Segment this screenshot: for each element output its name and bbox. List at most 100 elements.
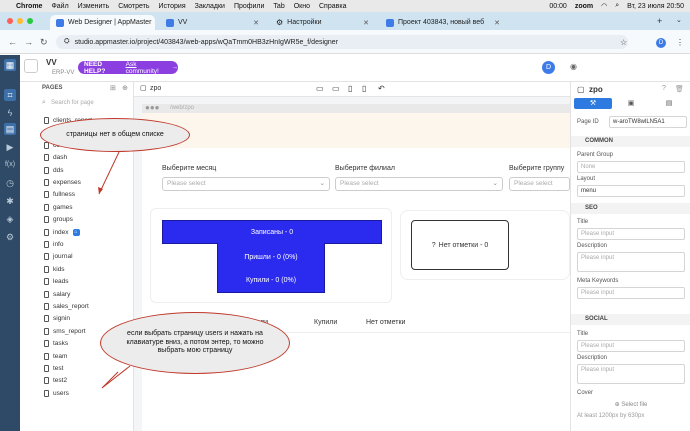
page-list-item[interactable]: sales_report [44,303,89,310]
help-icon[interactable]: ? [662,85,666,92]
page-list-item[interactable]: journal [44,253,73,261]
expand-icon[interactable]: ⊞ [110,84,116,92]
page-list-item[interactable]: test2 [44,377,67,385]
trash-icon[interactable]: 🗑 [675,85,684,93]
new-tab-button[interactable]: + [657,16,662,26]
page-list-item[interactable]: kids [44,265,65,273]
select-file-button[interactable]: ⊕ Select file [577,399,685,411]
page-list-item[interactable]: index ⌂ [44,228,80,236]
back-icon[interactable]: ← [8,37,17,47]
branch-select[interactable]: Please select ⌄ [335,177,503,191]
undo-icon[interactable]: ↶ [378,84,385,93]
grid-icon[interactable]: ▦ [4,59,16,71]
page-list-item[interactable]: signin [44,315,70,323]
page-list-item[interactable]: groups [44,216,73,224]
tab-project[interactable]: Проект 403843, новый веб ✕ [380,15,650,30]
tab-web-designer[interactable]: Web Designer | AppMaster ✕ [50,15,155,30]
page-list-item[interactable]: leads [44,278,69,286]
search-icon[interactable]: ⌕ [615,2,619,10]
component-icon[interactable]: ◈ [4,213,16,225]
social-title-input[interactable]: Please input [577,340,685,352]
pages-icon[interactable]: ▤ [4,123,16,135]
tab-label: Web Designer | AppMaster [68,19,152,26]
tab-no-mark[interactable]: Нет отметки [366,319,405,326]
menu-item[interactable]: Профили [234,3,264,10]
settings-icon[interactable]: ⚙ [4,231,16,243]
close-icon[interactable]: ✕ [253,19,259,27]
reload-icon[interactable]: ↻ [40,37,48,48]
help-banner[interactable]: NEED HELP? Ask community! → [78,61,178,75]
help-link[interactable]: Ask community! [126,61,168,75]
page-list-item[interactable]: dash [44,154,67,162]
tab-vv[interactable]: VV ✕ [160,15,265,30]
menu-item[interactable]: Окно [294,3,310,10]
project-title[interactable]: VV [46,58,57,67]
puzzle-icon[interactable]: ✱ [4,195,16,207]
section-social[interactable]: SOCIAL [571,314,690,325]
url-field[interactable]: ⛭ studio.appmaster.io/project/403843/web… [56,35,628,49]
play-icon[interactable]: ▶ [4,141,16,153]
menu-item[interactable]: Справка [319,3,346,10]
page-list-item[interactable]: team [44,352,67,360]
tablet-icon[interactable]: ▯ [348,84,352,93]
layout-select[interactable]: menu [577,185,685,197]
page-list-item[interactable]: tasks [44,340,68,348]
section-seo[interactable]: SEO [571,203,690,214]
section-common[interactable]: COMMON [571,136,690,147]
phone-icon[interactable]: ▯ [362,84,366,93]
eye-icon[interactable]: ◉ [570,62,577,71]
tab-bought[interactable]: Купили [314,319,337,326]
tab-copy[interactable]: ▤ [650,98,688,109]
parent-group-select[interactable]: None [577,161,685,173]
bolt-icon[interactable]: ϟ [4,107,16,119]
wifi-icon[interactable]: ◠ [601,2,607,10]
page-list-item[interactable]: info [44,241,63,248]
page-list-item[interactable]: games [44,203,73,211]
menu-app[interactable]: Chrome [16,3,42,10]
page-list-item[interactable]: test [44,365,63,372]
designer-icon[interactable]: ⌗ [4,89,16,101]
page-icon [44,352,49,360]
laptop-icon[interactable]: ▭ [332,84,340,93]
menu-item[interactable]: Tab [273,3,284,10]
group-select[interactable]: Please select [509,177,570,191]
menu-item[interactable]: Смотреть [118,3,149,10]
canvas-tab[interactable]: zpo [150,85,161,92]
timer-icon[interactable]: ◷ [4,177,16,189]
tab-properties[interactable]: ⚒ [574,98,612,109]
chevron-down-icon[interactable]: ⌄ [676,16,682,24]
zoom-icon[interactable]: zoom [575,3,593,10]
forward-icon[interactable]: → [24,37,33,47]
page-list-item[interactable]: fullness [44,191,75,199]
tab-chat[interactable]: ▣ [612,98,650,109]
menu-item[interactable]: Изменить [78,3,110,10]
page-list-item[interactable]: salary [44,290,70,298]
menu-item[interactable]: Закладки [195,3,225,10]
menu-item[interactable]: Файл [51,3,68,10]
social-description-input[interactable]: Please input [577,364,685,384]
page-list-item[interactable]: sms_report [44,327,86,335]
menu-item[interactable]: История [158,3,185,10]
properties-panel: ▢ zpo ? 🗑 ⚒ ▣ ▤ Page ID w-aroTW8wlLN5A1 … [570,82,690,431]
description-input[interactable]: Please input [577,252,685,272]
page-list-item[interactable]: dds [44,166,63,174]
title-input[interactable]: Please input [577,228,685,240]
page-search-input[interactable]: Search for page [51,100,94,106]
desktop-icon[interactable]: ▭ [316,84,324,93]
add-page-icon[interactable]: ⊕ [122,84,128,92]
page-id-field[interactable]: w-aroTW8wlLN5A1 [609,116,687,128]
page-list-item[interactable]: users [44,389,69,397]
month-select[interactable]: Please select ⌄ [162,177,330,191]
page-icon [44,315,49,323]
meta-keywords-input[interactable]: Please input [577,287,685,299]
avatar[interactable]: D [656,38,666,48]
page-list-item[interactable]: expenses [44,179,81,186]
bookmark-icon[interactable]: ☆ [620,38,627,47]
tab-settings[interactable]: ⚙ Настройки ✕ [270,15,375,30]
function-icon[interactable]: f(x) [4,159,16,171]
frame-dots: ●●● [145,103,160,112]
user-avatar[interactable]: D [542,61,555,74]
more-icon[interactable]: ⋮ [676,38,684,47]
close-icon[interactable]: ✕ [363,19,369,27]
close-icon[interactable]: ✕ [494,19,500,27]
